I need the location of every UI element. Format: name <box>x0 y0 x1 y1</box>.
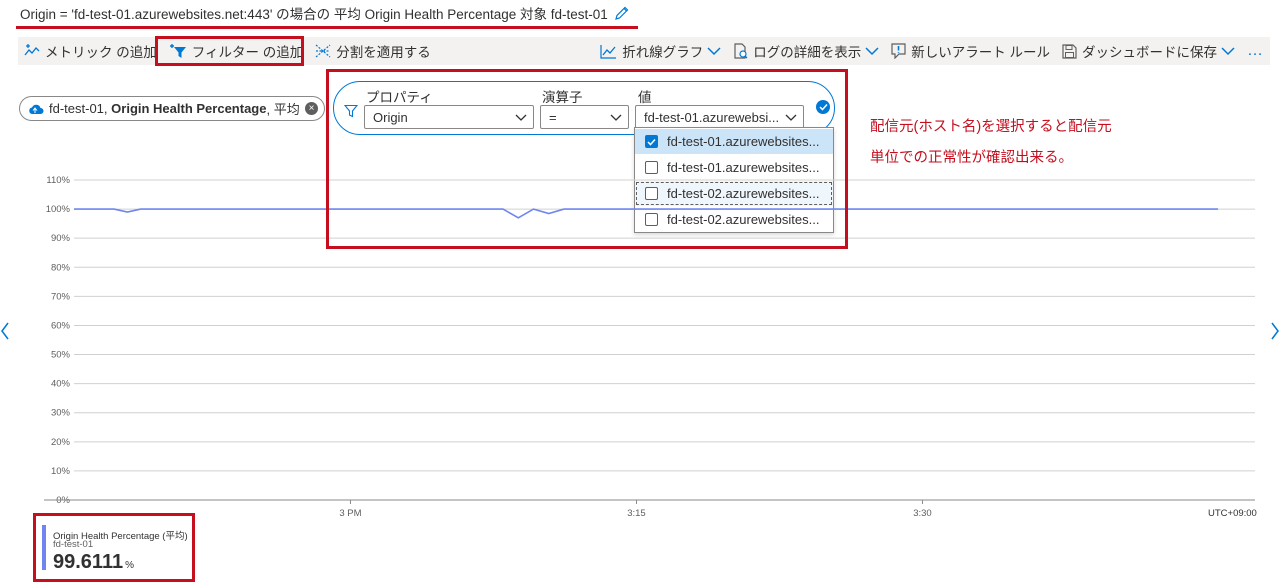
add-metric-icon <box>24 44 40 58</box>
y-tick-label: 50% <box>51 350 71 361</box>
operator-select[interactable]: = <box>540 105 629 129</box>
chevron-down-icon <box>785 111 797 123</box>
chevron-down-icon <box>865 46 879 56</box>
x-tick-label: 3 PM <box>339 508 361 519</box>
checkbox-icon[interactable] <box>645 213 658 226</box>
value-option-label: fd-test-02.azurewebsites... <box>667 186 820 201</box>
metric-pill[interactable]: fd-test-01, Origin Health Percentage, 平均… <box>19 96 325 121</box>
title-highlight-underline <box>16 26 638 29</box>
line-chart-label: 折れ線グラフ <box>622 45 704 60</box>
x-tick-label: 3:15 <box>627 508 646 519</box>
chart-title: Origin = 'fd-test-01.azurewebsites.net:4… <box>20 7 608 22</box>
save-to-dashboard-label: ダッシュボードに保存 <box>1082 45 1217 60</box>
annotation-line-1: 配信元(ホスト名)を選択すると配信元 <box>870 119 1112 135</box>
alert-icon <box>891 43 906 59</box>
metric-pill-resource: fd-test-01, <box>49 101 108 116</box>
x-tick-label: 3:30 <box>913 508 932 519</box>
chevron-left-icon[interactable] <box>0 322 10 340</box>
value-option[interactable]: fd-test-02.azurewebsites... <box>635 207 833 232</box>
y-tick-label: 110% <box>46 175 70 186</box>
chevron-right-icon[interactable] <box>1270 322 1280 340</box>
apply-filter-check-icon[interactable] <box>816 100 830 114</box>
y-tick-label: 60% <box>51 320 71 331</box>
remove-metric-close-icon[interactable]: × <box>305 102 318 115</box>
edit-title-icon[interactable] <box>614 5 630 21</box>
show-log-details-label: ログの詳細を表示 <box>753 45 862 60</box>
line-chart-button[interactable]: 折れ線グラフ <box>594 37 727 65</box>
new-alert-rule-label: 新しいアラート ルール <box>911 45 1050 60</box>
value-select-value: fd-test-01.azurewebsi... <box>644 109 780 125</box>
legend-subtitle: fd-test-01 <box>53 539 94 550</box>
split-icon <box>315 44 331 58</box>
show-log-details-button[interactable]: ログの詳細を表示 <box>727 37 885 65</box>
y-tick-label: 0% <box>56 495 70 506</box>
property-label: プロパティ <box>366 90 433 105</box>
add-filter-label: フィルター の追加 <box>191 45 304 60</box>
metric-pill-metric: Origin Health Percentage <box>111 101 267 116</box>
checkbox-icon[interactable] <box>645 187 658 200</box>
chevron-down-icon <box>610 111 622 123</box>
legend-color-bar <box>42 525 46 570</box>
value-option-label: fd-test-01.azurewebsites... <box>667 134 820 149</box>
chevron-down-icon <box>1221 46 1235 56</box>
checkbox-icon[interactable] <box>645 161 658 174</box>
chevron-down-icon <box>515 111 527 123</box>
y-tick-label: 10% <box>51 466 71 477</box>
operator-select-value: = <box>549 109 557 125</box>
value-dropdown-list: fd-test-01.azurewebsites... fd-test-01.a… <box>634 127 834 233</box>
y-tick-label: 30% <box>51 408 71 419</box>
apply-split-label: 分割を適用する <box>336 45 431 60</box>
value-option-label: fd-test-02.azurewebsites... <box>667 212 820 227</box>
y-tick-label: 40% <box>51 379 71 390</box>
timezone-label: UTC+09:00 <box>1208 508 1257 519</box>
apply-split-button[interactable]: 分割を適用する <box>309 37 437 65</box>
add-metric-button[interactable]: メトリック の追加 <box>18 37 163 65</box>
annotation-line-2: 単位での正常性が確認出来る。 <box>870 150 1073 166</box>
metrics-toolbar: メトリック の追加 フィルター の追加 分割を適用する 折れ線グラフ ログの詳細… <box>18 37 1270 65</box>
more-options-button[interactable]: … <box>1241 42 1270 60</box>
checkbox-checked-icon[interactable] <box>645 135 658 148</box>
y-tick-label: 80% <box>51 262 71 273</box>
legend-value: 99.6111 <box>53 551 124 573</box>
save-icon <box>1062 43 1077 59</box>
front-door-cloud-icon <box>28 103 44 115</box>
value-option[interactable]: fd-test-01.azurewebsites... <box>635 129 833 154</box>
operator-label: 演算子 <box>542 90 583 105</box>
save-to-dashboard-button[interactable]: ダッシュボードに保存 <box>1056 37 1241 65</box>
add-filter-icon <box>169 43 187 59</box>
chevron-down-icon <box>707 46 721 56</box>
y-tick-label: 20% <box>51 437 71 448</box>
value-option[interactable]: fd-test-02.azurewebsites... <box>635 181 833 206</box>
value-option[interactable]: fd-test-01.azurewebsites... <box>635 155 833 180</box>
chart-title-row: Origin = 'fd-test-01.azurewebsites.net:4… <box>20 0 630 26</box>
property-select-value: Origin <box>373 109 408 125</box>
y-tick-label: 100% <box>46 204 71 215</box>
filter-funnel-icon <box>344 104 358 118</box>
value-option-label: fd-test-01.azurewebsites... <box>667 160 820 175</box>
legend-unit: % <box>125 560 134 571</box>
property-select[interactable]: Origin <box>364 105 534 129</box>
legend-value-row: 99.6111% <box>53 551 134 574</box>
add-metric-label: メトリック の追加 <box>45 45 157 60</box>
y-tick-label: 70% <box>51 291 71 302</box>
line-chart-icon <box>600 44 617 59</box>
value-select[interactable]: fd-test-01.azurewebsi... <box>635 105 804 129</box>
log-document-icon <box>733 43 748 59</box>
new-alert-rule-button[interactable]: 新しいアラート ルール <box>885 37 1056 65</box>
y-tick-label: 90% <box>51 233 71 244</box>
add-filter-button[interactable]: フィルター の追加 <box>163 37 309 65</box>
metric-pill-aggregation: , 平均 <box>266 102 300 117</box>
value-label: 値 <box>638 90 652 105</box>
